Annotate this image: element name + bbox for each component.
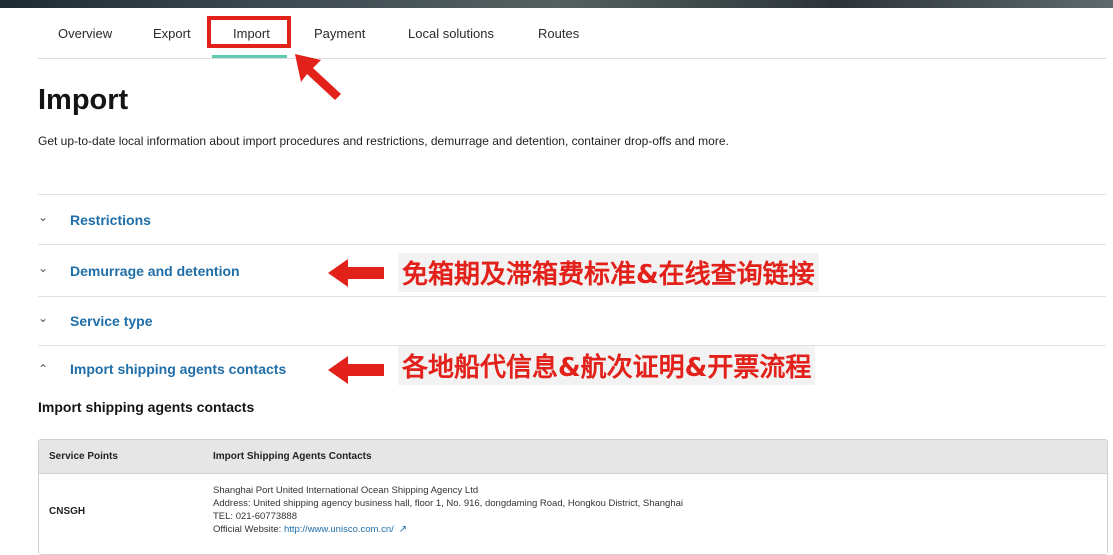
- column-header: Import Shipping Agents Contacts: [213, 451, 372, 462]
- red-arrow-diagonal-icon: [295, 54, 341, 100]
- accordion-label: Import shipping agents contacts: [70, 361, 287, 377]
- chevron-down-icon: ⌄: [38, 210, 49, 224]
- agent-company: Shanghai Port United International Ocean…: [213, 485, 479, 496]
- page-intro: Get up-to-date local information about i…: [38, 134, 729, 148]
- tab-export[interactable]: Export: [153, 26, 191, 41]
- website-label: Official Website:: [213, 524, 284, 535]
- website-link[interactable]: http://www.unisco.com.cn/: [284, 524, 394, 535]
- agent-tel: TEL: 021-60773888: [213, 511, 297, 522]
- agent-contact-info: Shanghai Port United International Ocean…: [213, 484, 683, 536]
- red-arrow-left-icon: [328, 356, 384, 384]
- agent-address: Address: United shipping agency business…: [213, 498, 684, 509]
- tab-routes[interactable]: Routes: [538, 26, 579, 41]
- red-arrow-left-icon: [328, 259, 384, 287]
- page-title: Import: [38, 84, 129, 116]
- annotation-text: 免箱期及滞箱费标准&在线查询链接: [398, 253, 819, 292]
- external-link-icon[interactable]: ↗: [399, 524, 407, 535]
- agent-website: Official Website: http://www.unisco.com.…: [213, 523, 683, 536]
- annotation-text: 各地船代信息&航次证明&开票流程: [398, 346, 816, 385]
- top-banner-strip: [0, 0, 1113, 8]
- divider: [38, 296, 1106, 297]
- divider: [38, 194, 1106, 195]
- tab-bar: Overview Export Import Payment Local sol…: [38, 8, 1106, 59]
- agents-table: Service Points Import Shipping Agents Co…: [38, 439, 1108, 555]
- column-header: Service Points: [49, 451, 118, 462]
- chevron-down-icon: ⌄: [38, 261, 49, 275]
- tab-payment[interactable]: Payment: [314, 26, 365, 41]
- accordion-service-type[interactable]: ⌄ Service type: [38, 308, 738, 334]
- accordion-restrictions[interactable]: ⌄ Restrictions: [38, 207, 738, 233]
- highlight-box: [207, 16, 291, 48]
- table-row: CNSGH Shanghai Port United International…: [39, 474, 1107, 554]
- divider: [38, 244, 1106, 245]
- accordion-label: Restrictions: [70, 212, 151, 228]
- accordion-label: Service type: [70, 313, 153, 329]
- chevron-down-icon: ⌄: [38, 311, 49, 325]
- section-heading: Import shipping agents contacts: [38, 399, 255, 415]
- chevron-up-icon: ⌃: [38, 362, 49, 376]
- active-tab-indicator: [212, 55, 287, 58]
- accordion-label: Demurrage and detention: [70, 263, 240, 279]
- table-header: Service Points Import Shipping Agents Co…: [39, 440, 1107, 474]
- tab-overview[interactable]: Overview: [58, 26, 112, 41]
- tab-local-solutions[interactable]: Local solutions: [408, 26, 494, 41]
- service-point-code: CNSGH: [49, 506, 86, 517]
